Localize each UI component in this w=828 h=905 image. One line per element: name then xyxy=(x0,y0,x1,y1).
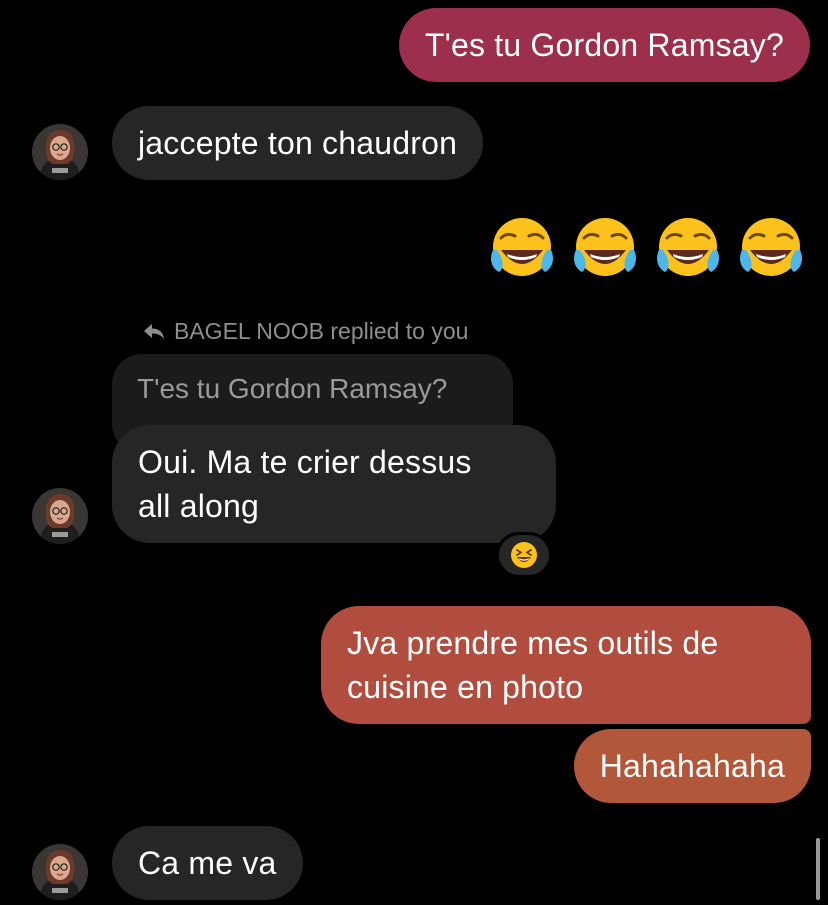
quoted-text: T'es tu Gordon Ramsay? xyxy=(137,373,448,404)
contact-avatar[interactable] xyxy=(32,844,88,900)
grinning-squinting-face-icon xyxy=(511,542,537,568)
message-text-line: Oui. Ma te crier dessus xyxy=(138,444,472,480)
avatar-image xyxy=(32,844,88,900)
incoming-message[interactable]: Ca me va xyxy=(112,826,303,900)
avatar-image xyxy=(32,488,88,544)
message-thread[interactable]: T'es tu Gordon Ramsay? jaccepte ton chau… xyxy=(0,0,828,905)
reply-label-text: BAGEL NOOB replied to you xyxy=(174,318,469,344)
outgoing-message[interactable]: Hahahahaha xyxy=(573,729,811,803)
incoming-message[interactable]: Oui. Ma te crier dessus all along xyxy=(112,425,556,543)
message-text: jaccepte ton chaudron xyxy=(138,125,458,161)
face-with-tears-of-joy-icon xyxy=(657,218,719,276)
contact-avatar[interactable] xyxy=(32,124,88,180)
message-reaction[interactable] xyxy=(496,532,552,578)
contact-avatar[interactable] xyxy=(32,488,88,544)
outgoing-message[interactable]: Jva prendre mes outils de cuisine en pho… xyxy=(321,606,811,724)
message-text-line: cuisine en photo xyxy=(347,669,584,705)
message-text: T'es tu Gordon Ramsay? xyxy=(424,27,784,63)
face-with-tears-of-joy-icon xyxy=(491,218,553,276)
incoming-message[interactable]: jaccepte ton chaudron xyxy=(112,106,484,180)
message-text-line: all along xyxy=(138,488,260,524)
avatar-image xyxy=(32,124,88,180)
outgoing-message[interactable]: T'es tu Gordon Ramsay? xyxy=(398,8,810,82)
message-text-line: Jva prendre mes outils de xyxy=(347,625,719,661)
face-with-tears-of-joy-icon xyxy=(574,218,636,276)
emoji-message[interactable] xyxy=(487,214,806,284)
scrollbar[interactable] xyxy=(816,838,820,900)
message-text: Hahahahaha xyxy=(599,748,785,784)
reply-context-label: BAGEL NOOB replied to you xyxy=(142,316,468,346)
face-with-tears-of-joy-icon xyxy=(740,218,802,276)
reply-arrow-icon xyxy=(144,324,164,339)
message-text: Ca me va xyxy=(138,845,277,881)
